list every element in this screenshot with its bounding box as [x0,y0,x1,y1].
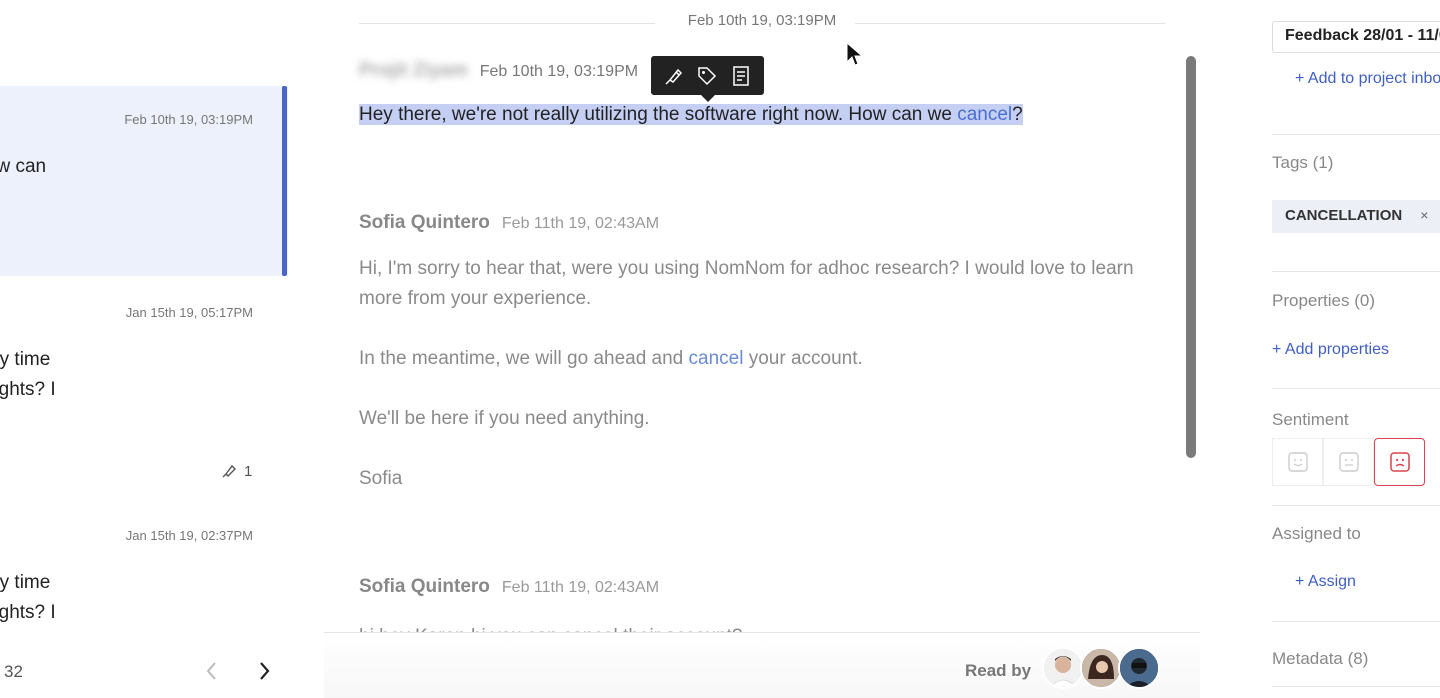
active-indicator [282,86,287,276]
conversation-item[interactable]: Jan 15th 19, 02:37PM hts so for example … [0,515,288,645]
highlight-button[interactable] [659,61,689,91]
conversation-preview: hts so for example any time hat gets add… [0,345,238,405]
highlight-count: 1 [220,462,252,480]
sentiment-neutral-button[interactable] [1323,438,1374,486]
person-icon [1120,649,1158,687]
tag-remove-icon[interactable]: × [1420,207,1428,226]
assign-link[interactable]: + Assign [1295,573,1356,591]
message-time: Feb 11th 19, 02:43AM [501,215,660,232]
conversation-item-active[interactable]: Feb 10th 19, 03:19PM oftware right now. … [0,86,288,276]
date-divider: Feb 10th 19, 03:19PM [359,10,1165,34]
avatar[interactable] [1080,647,1122,689]
conversation-time: Jan 15th 19, 05:17PM [125,305,253,320]
avatar[interactable] [1118,647,1160,689]
highlight-icon [665,68,682,85]
section-divider [1272,686,1440,687]
preview-line: oftware right now. How can [0,156,47,177]
highlight-icon [222,464,236,478]
tag-button[interactable] [692,61,722,91]
preview-line: hts so for example any time [0,572,51,593]
smile-face-icon [1287,452,1308,472]
keyword-highlight: cancel [957,104,1013,125]
section-divider [1272,505,1440,506]
sentiment-negative-button[interactable] [1374,438,1425,486]
avatar[interactable] [1042,647,1084,689]
previous-page-button[interactable] [200,658,224,684]
message-text: ? [1012,104,1023,125]
neutral-face-icon [1338,452,1359,472]
conversation-preview: oftware right now. How can [0,152,238,182]
chevron-right-icon [260,662,270,680]
message-time: Feb 11th 19, 02:43AM [501,579,660,596]
keyword-highlight: cancel [688,348,744,369]
conversation-time: Jan 15th 19, 02:37PM [125,528,253,543]
chevron-left-icon [206,662,216,680]
add-properties-link[interactable]: + Add properties [1272,341,1389,359]
tag-chip[interactable]: CANCELLATION × [1272,200,1440,233]
tag-icon [698,66,717,85]
sentiment-selector [1272,438,1425,488]
message-paragraph: In the meantime, we will go ahead and ca… [359,344,1159,374]
details-sidebar: Feedback 28/01 - 11/02 + Add to project … [1272,0,1440,698]
notes-icon [733,65,749,86]
selected-text[interactable]: Hey there, we're not really utilizing th… [359,104,1023,125]
message-paragraph: We'll be here if you need anything. [359,408,650,429]
scrollbar-thumb[interactable] [1186,56,1196,458]
conversation-time: Feb 10th 19, 03:19PM [124,112,253,127]
conversation-list: Feb 10th 19, 03:19PM oftware right now. … [0,0,290,698]
message-text: In the meantime, we will go ahead and [359,348,689,369]
section-divider [1272,621,1440,622]
person-icon [1044,649,1082,687]
add-to-project-link[interactable]: + Add to project inbox [1295,70,1440,88]
preview-line: hat gets added to insights? I [0,602,56,623]
read-by-footer: Read by [324,632,1200,698]
properties-heading: Properties (0) [1272,291,1375,310]
message-author: Sofia Quintero [359,212,490,233]
section-divider [1272,271,1440,272]
highlight-count-value: 1 [244,462,253,480]
conversation-thread: Feb 10th 19, 03:19PM Projit Ziyam Feb 10… [324,0,1200,698]
message-author: Sofia Quintero [359,576,490,597]
sentiment-heading: Sentiment [1272,410,1349,429]
person-icon [1082,649,1120,687]
message-time: Feb 10th 19, 03:19PM [479,63,639,80]
selection-toolbar [651,56,764,102]
section-divider [1272,388,1440,389]
preview-line: hts so for example any time [0,349,51,370]
sad-face-icon [1389,452,1410,472]
read-by-label: Read by [965,661,1032,680]
sentiment-positive-button[interactable] [1272,438,1323,486]
metadata-heading[interactable]: Metadata (8) [1272,649,1368,669]
mouse-cursor-icon [846,42,864,66]
message-signoff: Sofia [359,468,403,489]
message-author: Projit Ziyam [359,60,468,81]
message-paragraph: Hi, I'm sorry to hear that, were you usi… [359,258,1134,309]
section-divider [1272,134,1440,135]
tags-heading: Tags (1) [1272,153,1334,172]
message-text: your account. [743,348,863,369]
message: Sofia Quintero Feb 11th 19, 02:43AM Hi, … [359,212,1159,494]
page-number: 32 [4,662,23,681]
pagination: 32 [0,650,290,694]
notes-button[interactable] [726,61,756,91]
preview-line: hat gets added to insights? I [0,379,56,400]
assigned-heading: Assigned to [1272,524,1361,543]
project-select[interactable]: Feedback 28/01 - 11/02 [1272,21,1440,53]
date-divider-label: Feb 10th 19, 03:19PM [687,12,837,29]
tag-label: CANCELLATION [1285,207,1403,224]
conversation-preview: hts so for example any time hat gets add… [0,568,238,628]
message-text: Hey there, we're not really utilizing th… [359,104,958,125]
message-body[interactable]: Hey there, we're not really utilizing th… [359,100,1159,130]
next-page-button[interactable] [252,658,276,684]
